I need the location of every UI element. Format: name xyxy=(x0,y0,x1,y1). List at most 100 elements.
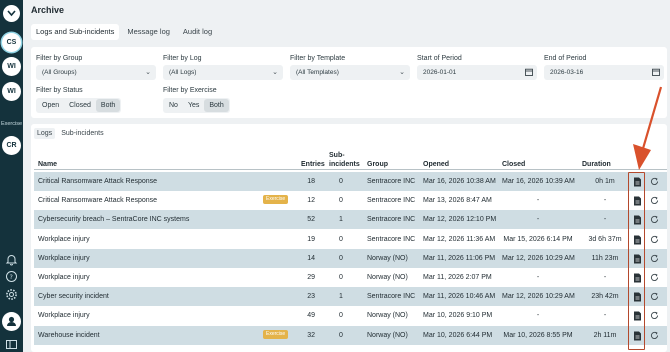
cell-opened: Mar 10, 2026 9:10 PM xyxy=(423,312,493,320)
annotation-arrow-icon xyxy=(633,86,662,170)
cell-closed: Mar 12, 2026 10:29 AM xyxy=(502,293,575,301)
cell-duration: - xyxy=(603,216,607,224)
archive-content: Logs Sub-incidents Name Entries Sub- inc… xyxy=(31,124,667,352)
cell-group: Norway (NO) xyxy=(367,254,408,262)
exercise-badge: Exercise xyxy=(263,195,289,205)
cell-group: Sentracore INC xyxy=(367,235,416,243)
status-both-option[interactable]: Both xyxy=(95,99,121,112)
column-header-sub-line2: incidents xyxy=(329,160,360,168)
cell-group: Norway (NO) xyxy=(367,312,408,320)
column-header-entries[interactable]: Entries xyxy=(301,161,325,170)
cell-group: Sentracore INC xyxy=(367,178,416,185)
cell-group: Sentracore INC xyxy=(367,216,416,224)
cell-entries: 32 xyxy=(307,331,315,339)
home-logo-icon[interactable] xyxy=(3,5,20,22)
tab-logs-and-sub-incidents[interactable]: Logs and Sub-incidents xyxy=(31,24,120,40)
user-avatar[interactable] xyxy=(2,312,21,331)
status-closed-option[interactable]: Closed xyxy=(64,99,96,112)
exercise-avatar-cr[interactable]: CR xyxy=(2,136,21,155)
table-row[interactable]: Workplace injury 14 0 Norway (NO) Mar 11, 20… xyxy=(34,248,667,268)
exercise-section-label: Exercise xyxy=(0,121,23,127)
gear-icon[interactable] xyxy=(5,288,18,301)
table-header: Name Entries Sub- incidents Group Opened… xyxy=(34,150,667,170)
reopen-icon[interactable] xyxy=(650,235,659,244)
tab-audit-log[interactable]: Audit log xyxy=(178,24,217,40)
start-period-value: 2026-01-01 xyxy=(423,69,457,76)
tab-message-log[interactable]: Message log xyxy=(122,24,175,40)
status-filter-toggle: Open Closed Both xyxy=(36,98,122,113)
cell-entries: 52 xyxy=(307,216,315,224)
cell-sub: 0 xyxy=(339,235,343,243)
column-header-sub-incidents[interactable]: Sub- incidents xyxy=(329,152,360,169)
status-open-option[interactable]: Open xyxy=(37,99,64,112)
table-row[interactable]: Warehouse incident 32 0 Norway (NO) Mar 10, … xyxy=(34,325,667,345)
filter-panel: Filter by Group (All Groups) ⌄ Filter by… xyxy=(31,47,667,118)
incident-avatar-wi-1[interactable]: WI xyxy=(2,57,21,76)
chevron-down-icon: ⌄ xyxy=(272,69,278,76)
reopen-icon[interactable] xyxy=(650,273,659,282)
calendar-icon[interactable] xyxy=(652,68,660,76)
svg-text:?: ? xyxy=(10,274,13,281)
column-header-closed[interactable]: Closed xyxy=(502,161,525,170)
table-row[interactable]: Critical Ransomware Attack Response 18 0 Se… xyxy=(34,172,667,191)
cell-opened: Mar 13, 2026 8:47 AM xyxy=(423,197,492,205)
table-row[interactable]: Cyber security incident 23 1 Sentracore INC… xyxy=(34,287,667,307)
template-filter-value: (All Templates) xyxy=(296,69,339,76)
cell-duration: - xyxy=(603,197,607,205)
subtab-logs[interactable]: Logs xyxy=(34,128,56,139)
end-period-label: End of Period xyxy=(544,55,587,62)
cell-entries: 29 xyxy=(307,274,315,281)
cell-name: Cybersecurity breach – SentraCore INC sy… xyxy=(38,216,190,224)
start-period-input[interactable]: 2026-01-01 xyxy=(417,65,537,80)
cell-duration: 11h 23m xyxy=(591,254,619,262)
column-header-opened[interactable]: Opened xyxy=(423,161,449,170)
start-period-label: Start of Period xyxy=(417,55,462,62)
column-header-name[interactable]: Name xyxy=(38,161,57,170)
exercise-filter-label: Filter by Exercise xyxy=(163,87,217,94)
cell-entries: 23 xyxy=(307,293,315,301)
table-row[interactable]: Cybersecurity breach – SentraCore INC sy… xyxy=(34,210,667,230)
reopen-icon[interactable] xyxy=(650,215,659,224)
cell-entries: 18 xyxy=(307,178,315,185)
cell-closed: - xyxy=(536,197,540,205)
cell-opened: Mar 11, 2026 11:06 PM xyxy=(423,254,496,262)
page-title: Archive xyxy=(31,5,65,15)
template-filter-select[interactable]: (All Templates) ⌄ xyxy=(290,65,410,80)
reopen-icon[interactable] xyxy=(650,254,659,263)
cell-sub: 0 xyxy=(339,331,343,339)
reopen-icon[interactable] xyxy=(650,196,659,205)
column-header-group[interactable]: Group xyxy=(367,161,388,170)
status-filter-label: Filter by Status xyxy=(36,87,83,94)
reopen-icon[interactable] xyxy=(650,292,659,301)
reopen-icon[interactable] xyxy=(650,331,659,340)
cell-sub: 0 xyxy=(339,312,343,320)
help-icon[interactable]: ? xyxy=(5,270,18,283)
cell-sub: 1 xyxy=(339,216,343,224)
table-row[interactable]: Critical Ransomware Attack Response 12 0 Se… xyxy=(34,191,667,210)
cell-sub: 0 xyxy=(339,254,343,262)
cell-entries: 19 xyxy=(307,235,315,243)
highlight-box xyxy=(628,172,645,350)
exercise-yes-option[interactable]: Yes xyxy=(183,99,204,112)
end-period-value: 2026-03-16 xyxy=(550,69,584,76)
bell-icon[interactable] xyxy=(5,253,18,266)
reopen-icon[interactable] xyxy=(650,177,659,186)
exercise-both-option[interactable]: Both xyxy=(204,99,229,112)
sidebar-toggle-icon[interactable] xyxy=(5,338,18,351)
table-row[interactable]: Workplace injury 19 0 Sentracore INC Mar 12,… xyxy=(34,230,667,249)
cell-name: Warehouse incident xyxy=(38,331,100,339)
exercise-no-option[interactable]: No xyxy=(164,99,183,112)
calendar-icon[interactable] xyxy=(525,68,533,76)
cell-opened: Mar 11, 2026 10:46 AM xyxy=(423,293,496,301)
reopen-icon[interactable] xyxy=(650,311,659,320)
incident-avatar-cs[interactable]: CS xyxy=(2,33,21,52)
incident-avatar-wi-2[interactable]: WI xyxy=(2,82,21,101)
cell-name: Workplace injury xyxy=(38,312,90,320)
log-filter-select[interactable]: (All Logs) ⌄ xyxy=(163,65,283,80)
subtab-sub-incidents[interactable]: Sub-incidents xyxy=(58,128,106,139)
group-filter-select[interactable]: (All Groups) ⌄ xyxy=(36,65,156,80)
table-row[interactable]: Workplace injury 49 0 Norway (NO) Mar 10, 20… xyxy=(34,306,667,325)
table-row[interactable]: Workplace injury 29 0 Norway (NO) Mar 11, 20… xyxy=(34,268,667,287)
end-period-input[interactable]: 2026-03-16 xyxy=(544,65,664,80)
column-header-duration[interactable]: Duration xyxy=(582,161,611,170)
